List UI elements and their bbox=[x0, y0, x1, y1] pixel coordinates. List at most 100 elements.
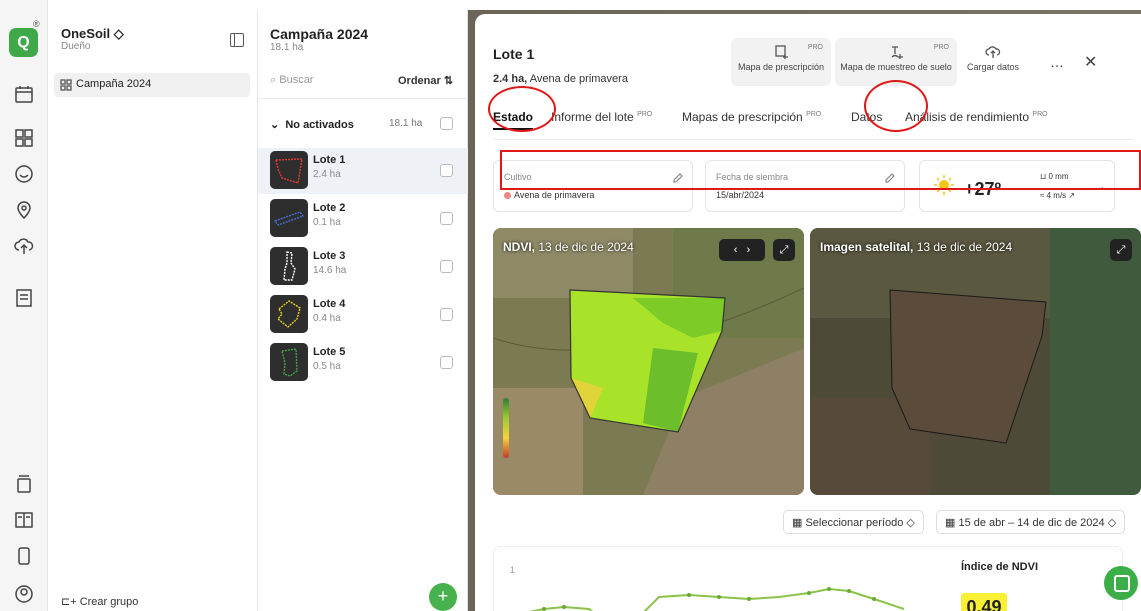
field-area: 14.6 ha bbox=[313, 265, 347, 276]
field-thumbnail bbox=[270, 199, 308, 237]
group-header[interactable]: ⌄ No activados bbox=[270, 118, 354, 131]
soil-sampling-button[interactable]: PRO Mapa de muestreo de suelo bbox=[835, 38, 957, 86]
calendar-icon: ▦ bbox=[792, 517, 803, 529]
satellite-map-label: Imagen satelital, 13 de dic de 2024 bbox=[820, 240, 1013, 254]
calendar-icon[interactable] bbox=[13, 83, 35, 105]
search-icon: ⌕ bbox=[270, 74, 277, 86]
sidebar-item-label: Campaña 2024 bbox=[76, 78, 152, 90]
field-detail-card: Lote 1 2.4 ha, Avena de primavera PRO Ma… bbox=[475, 14, 1141, 611]
field-name: Lote 5 bbox=[313, 346, 346, 358]
fields-icon[interactable] bbox=[13, 127, 35, 149]
smile-icon[interactable] bbox=[13, 163, 35, 185]
field-checkbox[interactable] bbox=[440, 260, 453, 273]
lot-title: Lote 1 bbox=[493, 46, 535, 62]
upload-icon[interactable] bbox=[13, 235, 35, 257]
crop-value: Avena de primavera bbox=[504, 190, 594, 200]
workspace-panel: OneSoil ◇ Dueño Campaña 2024 ⊏+ Crear gr… bbox=[48, 10, 258, 611]
field-thumbnail bbox=[270, 295, 308, 333]
satellite-map-image bbox=[810, 228, 1141, 495]
create-group-button[interactable]: ⊏+ Crear grupo bbox=[61, 595, 138, 608]
device-icon[interactable] bbox=[13, 473, 35, 495]
upload-icon bbox=[985, 46, 1001, 58]
top-strip bbox=[0, 0, 1141, 10]
fullscreen-icon[interactable]: ⤢ bbox=[773, 239, 795, 261]
ndvi-value-badge: 0.49 bbox=[961, 593, 1007, 611]
search-input[interactable]: ⌕ Buscar bbox=[270, 74, 313, 87]
field-name: Lote 1 bbox=[313, 154, 346, 166]
field-name: Lote 4 bbox=[313, 298, 346, 310]
field-thumbnail bbox=[270, 247, 308, 285]
fields-icon bbox=[60, 79, 72, 91]
field-area: 0.1 ha bbox=[313, 217, 341, 228]
group-area: 18.1 ha bbox=[389, 118, 423, 129]
logo-registered-mark: ® bbox=[33, 19, 40, 29]
annotation-rectangle-info bbox=[500, 150, 1141, 190]
annotation-circle-estado bbox=[488, 86, 556, 132]
prescription-map-icon bbox=[775, 45, 788, 59]
annotation-circle-datos bbox=[864, 80, 928, 132]
notes-icon[interactable] bbox=[13, 287, 35, 309]
ndvi-legend bbox=[503, 398, 509, 458]
field-item-lote-2[interactable]: Lote 2 0.1 ha bbox=[258, 196, 468, 242]
upload-data-button[interactable]: Cargar datos bbox=[961, 38, 1025, 86]
add-field-button[interactable]: + bbox=[429, 583, 457, 611]
field-item-lote-3[interactable]: Lote 3 14.6 ha bbox=[258, 244, 468, 290]
profile-icon[interactable] bbox=[13, 583, 35, 605]
field-list-panel: Campaña 2024 18.1 ha ⌕ Buscar Ordenar ⇅ … bbox=[258, 10, 468, 611]
field-area: 0.4 ha bbox=[313, 313, 341, 324]
field-area: 0.5 ha bbox=[313, 361, 341, 372]
close-icon[interactable]: ✕ bbox=[1084, 52, 1097, 72]
crop-color-dot bbox=[504, 192, 511, 199]
org-role: Dueño bbox=[61, 41, 91, 52]
prescription-map-button[interactable]: PRO Mapa de prescripción bbox=[731, 38, 831, 86]
chevron-left-icon[interactable]: ‹ bbox=[734, 244, 738, 256]
ndvi-map-image bbox=[493, 228, 804, 495]
field-name: Lote 2 bbox=[313, 202, 346, 214]
tab-mapas-de-prescripcion[interactable]: Mapas de prescripción PRO bbox=[682, 110, 821, 124]
divider bbox=[493, 139, 1133, 140]
sort-button[interactable]: Ordenar ⇅ bbox=[398, 74, 453, 87]
date-range-select[interactable]: ▦ 15 de abr – 14 de dic de 2024 ◇ bbox=[936, 510, 1126, 534]
sowing-date-value: 15/abr/2024 bbox=[716, 190, 765, 200]
wind-icon: ≈ bbox=[1040, 191, 1045, 200]
field-checkbox[interactable] bbox=[440, 356, 453, 369]
satellite-map[interactable]: Imagen satelital, 13 de dic de 2024 ⤢ bbox=[810, 228, 1141, 495]
campaign-title: Campaña 2024 bbox=[270, 26, 369, 42]
field-checkbox[interactable] bbox=[440, 164, 453, 177]
field-thumbnail bbox=[270, 343, 308, 381]
fullscreen-icon[interactable]: ⤢ bbox=[1110, 239, 1132, 261]
ndvi-chart: 1 Índice de NDVI 0.49 bbox=[493, 546, 1123, 611]
ndvi-chart-lines bbox=[528, 587, 905, 611]
field-area: 2.4 ha bbox=[313, 169, 341, 180]
field-checkbox[interactable] bbox=[440, 308, 453, 321]
more-options-icon[interactable]: … bbox=[1050, 54, 1064, 70]
field-name: Lote 3 bbox=[313, 250, 346, 262]
chevron-right-icon[interactable]: › bbox=[747, 244, 751, 256]
date-nav-buttons[interactable]: ‹ › bbox=[719, 239, 765, 261]
field-item-lote-4[interactable]: Lote 4 0.4 ha bbox=[258, 292, 468, 338]
location-icon[interactable] bbox=[13, 199, 35, 221]
calendar-icon: ▦ bbox=[945, 517, 956, 529]
ndvi-chart-title: Índice de NDVI bbox=[961, 561, 1039, 573]
field-thumbnail bbox=[270, 151, 308, 189]
field-item-lote-1[interactable]: Lote 1 2.4 ha bbox=[258, 148, 468, 194]
ndvi-map-label: NDVI, 13 de dic de 2024 bbox=[503, 240, 634, 254]
news-icon[interactable] bbox=[13, 509, 35, 531]
soil-sampling-icon bbox=[891, 46, 903, 59]
group-checkbox[interactable] bbox=[440, 117, 453, 130]
divider bbox=[258, 98, 468, 99]
ndvi-map[interactable]: NDVI, 13 de dic de 2024 ‹ › ⤢ bbox=[493, 228, 804, 495]
period-select[interactable]: ▦ Seleccionar período ◇ bbox=[783, 510, 924, 534]
lot-subtitle: 2.4 ha, Avena de primavera bbox=[493, 73, 628, 85]
chevron-down-icon: ⌄ bbox=[270, 119, 280, 131]
field-checkbox[interactable] bbox=[440, 212, 453, 225]
sidebar-item-campaign[interactable]: Campaña 2024 bbox=[54, 73, 250, 97]
collapse-sidebar-icon[interactable] bbox=[230, 33, 244, 47]
app-logo[interactable]: Q bbox=[9, 28, 38, 57]
icon-rail: Q ® bbox=[0, 0, 48, 611]
org-name[interactable]: OneSoil ◇ bbox=[61, 26, 124, 42]
chat-support-button[interactable] bbox=[1104, 566, 1138, 600]
phone-icon[interactable] bbox=[13, 545, 35, 567]
field-item-lote-5[interactable]: Lote 5 0.5 ha bbox=[258, 340, 468, 386]
tab-informe-del-lote[interactable]: Informe del lote PRO bbox=[551, 110, 652, 124]
